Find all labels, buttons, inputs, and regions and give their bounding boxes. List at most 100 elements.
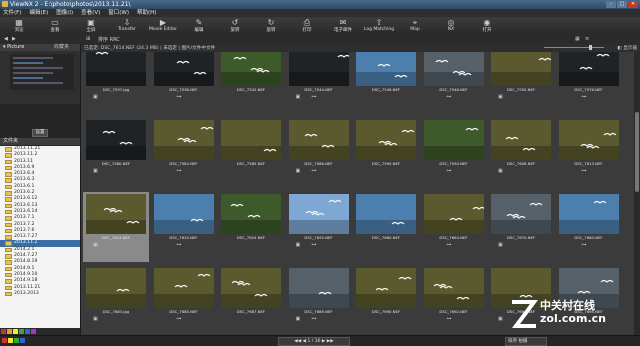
menu-window[interactable]: 窗口(W)	[108, 9, 129, 17]
thumbnail-cell[interactable]: DSC_7614.NEF ▣	[83, 192, 149, 262]
back-button[interactable]: ◀	[4, 36, 8, 42]
photo-thumbnail[interactable]	[491, 120, 551, 160]
slider-handle[interactable]	[589, 45, 592, 50]
thumbnail-cell[interactable]: DSC_7692.NEF ⊶	[421, 266, 487, 335]
menu-view[interactable]: 查看(V)	[81, 9, 100, 17]
thumbnail-cell[interactable]: DSC_7687.NEF	[218, 266, 284, 335]
toolbar-upload-button[interactable]: ⇧ Log Matching	[362, 18, 396, 32]
thumbnail-size-slider[interactable]	[544, 47, 604, 48]
filter-yellow[interactable]	[8, 338, 13, 343]
thumbnail-cell[interactable]: DSC_7655.NEF ▣ ⊶	[286, 192, 352, 262]
thumbnail-cell[interactable]: DSC_7542.NEF	[218, 52, 284, 114]
maximize-button[interactable]: □	[617, 1, 627, 8]
photo-thumbnail[interactable]	[153, 194, 214, 234]
photo-thumbnail[interactable]	[288, 194, 349, 234]
thumbnail-cell[interactable]: DSC_7546.NEF	[353, 52, 419, 114]
photo-thumbnail[interactable]	[356, 52, 416, 86]
toolbar-rotate-right-button[interactable]: ↻ 旋转	[254, 18, 288, 33]
toolbar-rotate-left-button[interactable]: ↺ 旋转	[218, 18, 252, 33]
filter-icon[interactable]: ⊞	[86, 36, 90, 42]
photo-thumbnail[interactable]	[221, 120, 281, 160]
toolbar-edit-button[interactable]: ✎ 编辑	[182, 18, 216, 33]
label-blue[interactable]	[25, 329, 30, 334]
thumbnail-cell[interactable]: DSC_7680.NEF ⊶	[556, 192, 622, 262]
photo-thumbnail[interactable]	[153, 268, 214, 308]
thumbnail-cell[interactable]: DSC_7538.NEF ⊶	[151, 52, 217, 114]
toolbar-nikon-button[interactable]: ◎ NX	[434, 18, 468, 32]
sort-label[interactable]: 排序 RRC	[98, 36, 120, 43]
thumbnail-cell[interactable]: DSC_7586.NEF ▣ ⊶	[286, 118, 352, 188]
close-button[interactable]: ✕	[628, 1, 638, 8]
vertical-scrollbar[interactable]	[634, 52, 640, 335]
photo-thumbnail[interactable]	[221, 194, 281, 234]
photo-thumbnail[interactable]	[491, 194, 551, 234]
toolbar-print-button[interactable]: ⎙ 打印	[290, 18, 324, 33]
thumbnail-cell[interactable]: DSC_7544.NEF ▣ ⊶	[286, 52, 352, 114]
settings-button[interactable]: 设置	[32, 129, 48, 137]
minimize-button[interactable]: –	[606, 1, 616, 8]
photo-thumbnail[interactable]	[491, 52, 551, 86]
thumbnail-cell[interactable]: DSC_7548.NEF ⊶	[421, 52, 487, 114]
photo-thumbnail[interactable]	[221, 268, 281, 308]
folder-item[interactable]: 2013.2013	[0, 291, 80, 297]
thumbnail-cell[interactable]: DSC_7624.NEF	[218, 192, 284, 262]
thumbnail-cell[interactable]: DSC_7660.NEF	[353, 192, 419, 262]
photo-thumbnail[interactable]	[356, 120, 416, 160]
photo-thumbnail[interactable]	[356, 194, 416, 234]
toolbar-viewer-button[interactable]: ▭ 查看	[38, 18, 72, 33]
label-yellow[interactable]	[13, 329, 18, 334]
forward-button[interactable]: ▶	[12, 36, 16, 42]
thumbnail-cell[interactable]: DSC_7664.NEF ⊶	[421, 192, 487, 262]
menu-image[interactable]: 图像(I)	[56, 9, 73, 17]
photo-thumbnail[interactable]	[558, 52, 619, 86]
toolbar-map-button[interactable]: ⌖ Map	[398, 18, 432, 32]
label-orange[interactable]	[7, 329, 12, 334]
toolbar-transfer-button[interactable]: ⇩ Transfer	[110, 18, 144, 32]
photo-thumbnail[interactable]	[221, 52, 281, 86]
photo-thumbnail[interactable]	[86, 52, 146, 86]
thumbnail-cell[interactable]: DSC_7590.NEF	[353, 118, 419, 188]
tab-favorites[interactable]: 收藏夹	[54, 44, 69, 51]
thumbnail-cell[interactable]: DSC_7689.NEF ▣ ⊶	[286, 266, 352, 335]
filter-green[interactable]	[14, 338, 19, 343]
thumbnail-cell[interactable]: DSC_7670.NEF ▣	[488, 192, 554, 262]
filter-red[interactable]	[2, 338, 7, 343]
scroll-thumb[interactable]	[635, 112, 639, 192]
thumbnail-cell[interactable]: DSC_7606.NEF ▣	[488, 118, 554, 188]
list-view-icon[interactable]: ≡	[585, 36, 589, 42]
photo-thumbnail[interactable]	[86, 120, 146, 160]
label-purple[interactable]	[31, 329, 36, 334]
photo-thumbnail[interactable]	[153, 52, 214, 86]
photo-thumbnail[interactable]	[558, 120, 619, 160]
menu-edit[interactable]: 编辑(E)	[29, 9, 48, 17]
thumbnail-cell[interactable]: DSC_7690.NEF	[353, 266, 419, 335]
photo-thumbnail[interactable]	[423, 120, 484, 160]
photo-thumbnail[interactable]	[423, 194, 484, 234]
menu-help[interactable]: 帮助(H)	[137, 9, 156, 17]
thumbnail-cell[interactable]: DSC_7620.NEF ⊶	[151, 192, 217, 262]
thumbnail-cell[interactable]: DSC_7576.NEF ⊶	[556, 52, 622, 114]
toolbar-browser-button[interactable]: ▦ 浏览	[2, 18, 36, 33]
label-green[interactable]	[19, 329, 24, 334]
menu-file[interactable]: 文件(F)	[3, 9, 21, 17]
toolbar-mail-button[interactable]: ✉ 电子邮件	[326, 18, 360, 33]
photo-thumbnail[interactable]	[356, 268, 416, 308]
thumbnail-cell[interactable]: DSC_7584.NEF ⊶	[151, 118, 217, 188]
photo-thumbnail[interactable]	[86, 194, 146, 234]
photo-thumbnail[interactable]	[423, 268, 484, 308]
toolbar-movie-editor-button[interactable]: ▶ Movie Editor	[146, 18, 180, 32]
thumbnail-cell[interactable]: DSC_7685.NEF ⊶	[151, 266, 217, 335]
photo-thumbnail[interactable]	[423, 52, 484, 86]
grid-view-icon[interactable]: ▦	[575, 36, 580, 42]
thumbnail-cell[interactable]: DSC_7683.jpg ▣	[83, 266, 149, 335]
toolbar-fullscreen-button[interactable]: ▣ 全屏	[74, 18, 108, 33]
thumbnail-cell[interactable]: DSC_7594.NEF ⊶	[421, 118, 487, 188]
thumbnail-cell[interactable]: DSC_7550.NEF ▣	[488, 52, 554, 114]
photo-thumbnail[interactable]	[153, 120, 214, 160]
toolbar-capture-button[interactable]: ◉ 打开	[470, 18, 504, 33]
tab-picture[interactable]: ▾ Picture	[3, 44, 24, 50]
filter-blue[interactable]	[20, 338, 25, 343]
thumbnail-cell[interactable]: DSC_7580.NEF ▣	[83, 118, 149, 188]
photo-thumbnail[interactable]	[558, 194, 619, 234]
thumbnail-cell[interactable]: DSC_7537.jpg ▣	[83, 52, 149, 114]
